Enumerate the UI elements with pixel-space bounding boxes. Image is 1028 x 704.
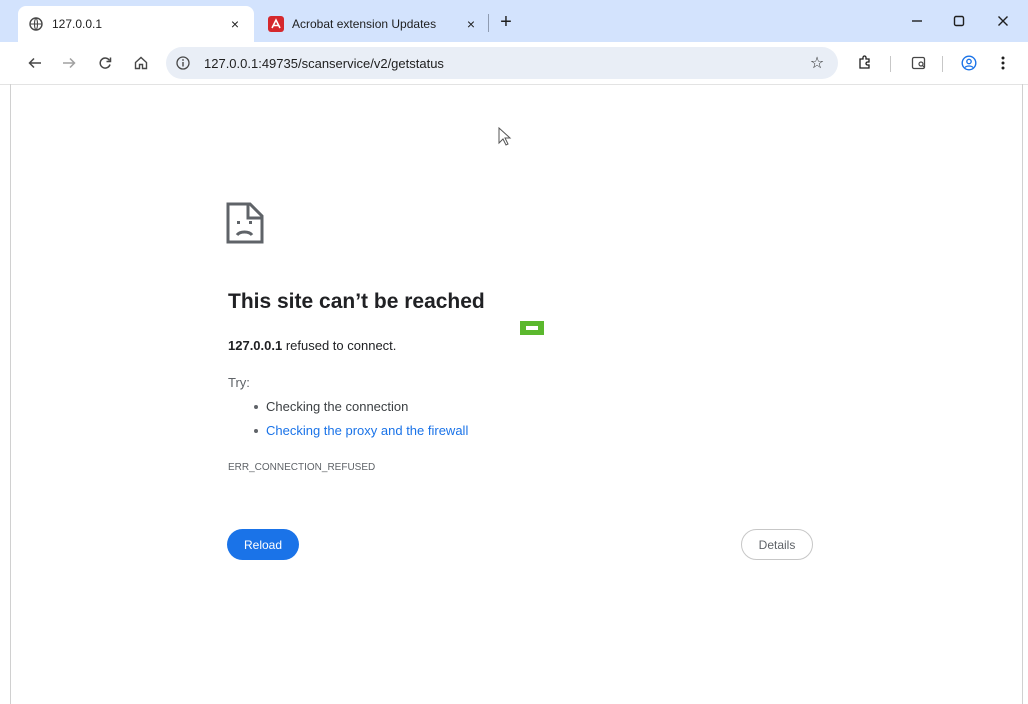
window-close-button[interactable] [980,6,1026,36]
error-code: ERR_CONNECTION_REFUSED [228,462,376,473]
side-panel-search-icon [911,56,926,70]
error-message-text: refused to connect. [282,338,397,353]
error-title: This site can’t be reached [228,290,485,313]
profile-button[interactable] [956,50,982,76]
tab-127-0-0-1[interactable]: 127.0.0.1 × [18,6,254,42]
browser-window: 127.0.0.1 × Acrobat extension Updates × … [0,0,1028,704]
bullet-icon [254,428,258,433]
suggestion-text: Checking the connection [266,399,409,414]
tab-separator [488,14,489,32]
forward-arrow-icon [63,57,76,69]
proxy-firewall-link[interactable]: Checking the proxy and the firewall [266,423,468,438]
toolbar-separator [942,56,943,72]
close-icon [998,16,1008,26]
minimize-icon [912,20,922,22]
suggestion-item: Checking the connection [254,399,408,414]
url-text[interactable]: 127.0.0.1:49735/scanservice/v2/getstatus [204,56,804,71]
reload-toolbar-button[interactable] [92,50,118,76]
bullet-icon [254,404,258,409]
try-label: Try: [228,375,250,390]
more-vertical-icon [1001,56,1005,70]
bookmark-star-icon[interactable]: ☆ [804,50,830,76]
forward-button[interactable] [56,50,82,76]
home-icon [134,56,148,70]
side-panel-button[interactable] [906,50,932,76]
tab-acrobat-extension-updates[interactable]: Acrobat extension Updates × [258,6,490,42]
menu-button[interactable] [990,50,1016,76]
mouse-cursor-icon [498,126,512,152]
toolbar-separator [890,56,891,72]
reload-icon [99,57,112,69]
suggestion-item-link: Checking the proxy and the firewall [254,423,468,438]
error-message: 127.0.0.1 refused to connect. [228,338,396,353]
home-button[interactable] [128,50,154,76]
acrobat-icon [268,16,284,32]
maximize-button[interactable] [936,6,982,36]
window-border-right [1022,84,1023,704]
browser-toolbar: 127.0.0.1:49735/scanservice/v2/getstatus… [0,42,1028,85]
globe-icon [28,16,44,32]
sad-page-icon [226,202,264,249]
error-host: 127.0.0.1 [228,338,283,353]
tab-strip: 127.0.0.1 × Acrobat extension Updates × … [0,0,1028,42]
reload-button[interactable]: Reload [227,529,299,560]
extensions-button[interactable] [852,50,878,76]
close-tab-icon[interactable]: × [226,15,244,33]
address-bar[interactable]: 127.0.0.1:49735/scanservice/v2/getstatus… [166,47,838,79]
back-button[interactable] [22,50,48,76]
back-arrow-icon [28,57,41,69]
details-button[interactable]: Details [741,529,813,560]
green-marker [520,321,544,335]
puzzle-icon [859,55,870,69]
profile-icon [961,55,977,71]
maximize-icon [953,15,965,27]
window-border-left [10,84,11,704]
tab-title: Acrobat extension Updates [292,17,437,31]
new-tab-button[interactable]: + [494,10,518,34]
tab-title: 127.0.0.1 [52,17,103,31]
close-tab-icon[interactable]: × [462,15,480,33]
minimize-button[interactable] [894,6,940,36]
site-info-icon[interactable] [170,50,196,76]
